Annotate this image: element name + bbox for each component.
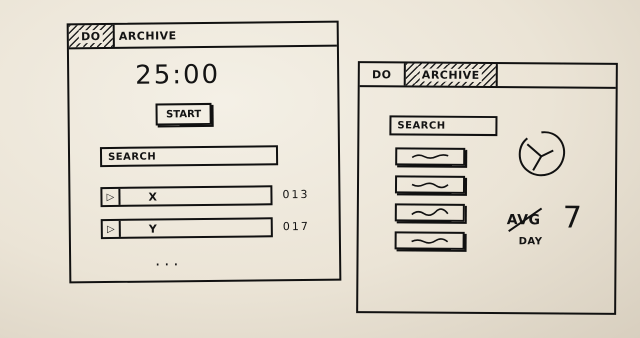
task-name: Y (148, 221, 157, 236)
archive-item[interactable] (394, 175, 466, 194)
task-row[interactable]: ▷ X 013 (100, 185, 310, 208)
avg-value: 7 (562, 200, 583, 236)
search-input[interactable]: SEARCH (389, 115, 498, 137)
squiggle-icon (411, 154, 449, 159)
pie-chart-icon (518, 131, 566, 177)
tab-do-label: DO (371, 67, 392, 81)
more-ellipsis[interactable]: ... (155, 250, 182, 269)
tab-do[interactable]: DO (68, 24, 115, 48)
tab-archive[interactable]: ARCHIVE (115, 24, 205, 47)
play-icon[interactable]: ▷ (102, 188, 121, 206)
tab-bar: DO ARCHIVE (68, 22, 337, 50)
archive-item[interactable] (395, 147, 466, 166)
tab-do[interactable]: DO (359, 63, 406, 86)
tab-archive-label: ARCHIVE (118, 28, 177, 43)
squiggle-icon (411, 238, 449, 244)
tab-do-label: DO (78, 29, 103, 43)
tab-bar: DO ARCHIVE (359, 63, 616, 89)
task-count: 013 (282, 187, 310, 202)
task-row[interactable]: ▷ Y 017 (100, 217, 310, 240)
task-name: X (148, 189, 158, 204)
tab-archive-label: ARCHIVE (419, 68, 482, 82)
task-count: 017 (282, 219, 310, 234)
squiggle-icon (411, 208, 449, 216)
search-label: SEARCH (107, 151, 157, 163)
avg-unit: DAY (518, 236, 543, 248)
play-icon[interactable]: ▷ (102, 220, 121, 238)
search-input[interactable]: SEARCH (99, 145, 279, 168)
archive-item[interactable] (394, 231, 465, 250)
archive-item[interactable] (394, 203, 465, 222)
timer-screen: DO ARCHIVE 25:00 START SEARCH ▷ X 013 ▷ … (66, 20, 342, 284)
start-button[interactable]: START (155, 102, 212, 126)
search-label: SEARCH (397, 119, 446, 132)
tab-archive[interactable]: ARCHIVE (405, 63, 498, 87)
archive-screen: DO ARCHIVE SEARCH AVG 7 DAY (356, 61, 618, 315)
timer-display: 25:00 (135, 59, 221, 91)
squiggle-icon (411, 182, 449, 189)
